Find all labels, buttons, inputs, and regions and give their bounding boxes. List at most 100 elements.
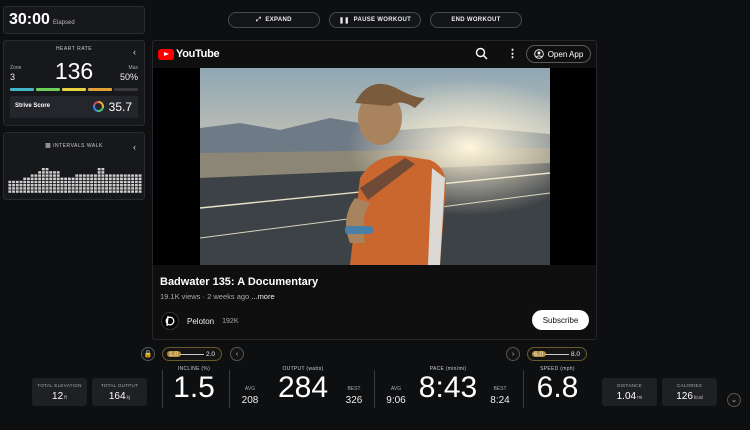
interval-segment (134, 187, 138, 190)
interval-segment (60, 184, 64, 187)
interval-segment (82, 177, 86, 180)
chevron-right-icon[interactable]: › (506, 347, 520, 361)
divider (374, 370, 375, 408)
output-value: 284 (277, 371, 329, 404)
interval-segment (123, 190, 127, 193)
interval-segment (97, 174, 101, 177)
interval-segment (75, 174, 79, 177)
interval-segment (120, 177, 123, 180)
interval-segment (94, 190, 97, 193)
calories: CALORIES 126kcal (662, 378, 717, 406)
interval-segment (53, 190, 56, 193)
interval-segment (79, 180, 82, 184)
more-link[interactable]: ...more (251, 292, 274, 301)
interval-segment (105, 187, 108, 190)
interval-segment (97, 171, 101, 174)
channel-subscribers: 192K (222, 317, 239, 325)
interval-segment (138, 180, 142, 184)
calories-label: CALORIES (676, 383, 703, 388)
interval-segment (90, 184, 94, 187)
chevron-left-icon[interactable]: ‹ (230, 347, 244, 361)
incline-range-pill[interactable]: 1.0 2.0 (162, 347, 222, 361)
video-player[interactable] (153, 68, 596, 265)
hr-zone-bar (10, 88, 138, 91)
interval-segment (67, 180, 71, 184)
search-icon[interactable] (475, 47, 488, 60)
interval-segment (134, 180, 138, 184)
interval-segment (34, 184, 38, 187)
collapse-chevron-icon[interactable]: ‹ (133, 142, 136, 152)
interval-segment (131, 184, 135, 187)
interval-segment (12, 180, 15, 184)
interval-segment (15, 187, 19, 190)
expand-button[interactable]: ⤢ EXPAND (228, 12, 320, 28)
interval-segment (97, 180, 101, 184)
interval-segment (94, 187, 97, 190)
interval-segment (123, 177, 127, 180)
interval-segment (134, 174, 138, 177)
interval-segment (30, 177, 34, 180)
interval-segment (101, 177, 105, 180)
hr-max-value: 50% (119, 72, 138, 82)
speed-metric: SPEED (mph) 6.8 (530, 366, 585, 404)
interval-segment (101, 180, 105, 184)
subscribe-button[interactable]: Subscribe (532, 310, 589, 330)
interval-segment (67, 184, 71, 187)
intervals-title: ▩ INTERVALS WALK (4, 142, 144, 149)
interval-segment (12, 184, 15, 187)
interval-segment (75, 190, 79, 193)
interval-segment (90, 177, 94, 180)
interval-segment (101, 184, 105, 187)
interval-segment (105, 190, 108, 193)
channel-row[interactable]: Peloton 192K (161, 312, 239, 330)
interval-segment (34, 180, 38, 184)
interval-segment (131, 180, 135, 184)
interval-segment (123, 184, 127, 187)
interval-segment (116, 187, 120, 190)
interval-segment (79, 177, 82, 180)
incline-value: 1.5 (173, 371, 215, 404)
interval-segment (53, 174, 56, 177)
open-app-button[interactable]: Open App (526, 45, 591, 63)
expand-label: EXPAND (265, 17, 292, 23)
speed-range-pill[interactable]: 6.0 8.0 (527, 347, 587, 361)
youtube-play-icon (158, 48, 174, 60)
incline-range-low: 1.0 (169, 350, 179, 358)
interval-segment (94, 184, 97, 187)
interval-segment (134, 177, 138, 180)
interval-segment (105, 184, 108, 187)
strive-score-value: 35.7 (108, 100, 132, 114)
chevron-down-icon[interactable]: ⌄ (727, 393, 741, 407)
end-workout-button[interactable]: END WORKOUT (430, 12, 522, 28)
interval-segment (116, 180, 120, 184)
interval-segment (86, 177, 90, 180)
interval-segment (101, 171, 105, 174)
collapse-chevron-icon[interactable]: ‹ (133, 47, 136, 57)
channel-name[interactable]: Peloton (187, 317, 214, 326)
video-title[interactable]: Badwater 135: A Documentary (160, 276, 318, 288)
interval-segment (134, 190, 138, 193)
interval-segment (41, 180, 45, 184)
more-options-icon[interactable]: ⋮ (507, 47, 518, 60)
total-elevation-value: 12ft (32, 391, 87, 402)
interval-segment (56, 187, 60, 190)
interval-segment (19, 190, 23, 193)
interval-segment (116, 177, 120, 180)
lock-icon[interactable]: 🔒 (141, 347, 155, 361)
interval-segment (56, 184, 60, 187)
range-line (545, 353, 569, 355)
interval-segment (134, 184, 138, 187)
interval-segment (101, 187, 105, 190)
interval-segment (49, 180, 53, 184)
interval-segment (53, 184, 56, 187)
interval-segment (30, 187, 34, 190)
pause-workout-button[interactable]: ❚❚ PAUSE WORKOUT (329, 12, 421, 28)
interval-segment (112, 190, 116, 193)
interval-segment (45, 190, 49, 193)
incline-range-high: 2.0 (205, 350, 215, 358)
pause-label: PAUSE WORKOUT (353, 17, 412, 23)
interval-segment (90, 180, 94, 184)
interval-segment (97, 168, 101, 171)
interval-segment (131, 177, 135, 180)
youtube-logo: YouTube (158, 48, 220, 60)
